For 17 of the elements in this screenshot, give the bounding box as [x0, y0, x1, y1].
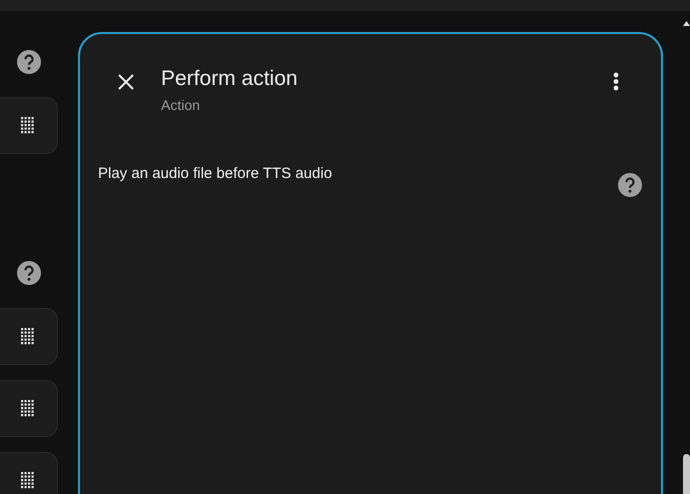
- help-icon[interactable]: [618, 173, 642, 197]
- sidebar-card[interactable]: [0, 308, 58, 365]
- dialog-title: Perform action: [161, 67, 299, 91]
- more-icon[interactable]: [613, 72, 619, 91]
- grid-icon[interactable]: [21, 117, 34, 134]
- dialog-subtitle: Action: [161, 97, 201, 113]
- grid-icon[interactable]: [21, 400, 34, 417]
- field-label: Play an audio file before TTS audio: [98, 165, 332, 184]
- grid-icon[interactable]: [21, 472, 34, 489]
- scrollbar-thumb[interactable]: [683, 454, 690, 494]
- help-icon[interactable]: [17, 50, 41, 74]
- scroll-up-icon[interactable]: [683, 21, 690, 26]
- grid-icon[interactable]: [21, 328, 34, 345]
- sidebar-card[interactable]: [0, 97, 58, 154]
- help-icon[interactable]: [17, 261, 41, 285]
- close-icon[interactable]: [118, 74, 134, 90]
- sidebar-card[interactable]: [0, 380, 58, 437]
